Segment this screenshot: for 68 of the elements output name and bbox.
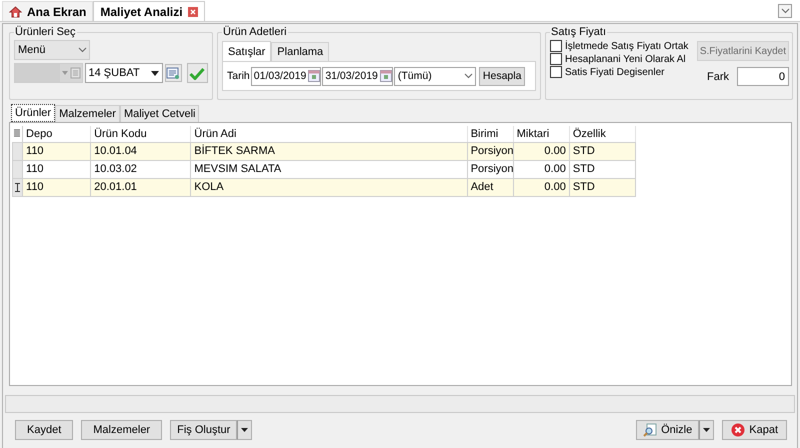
house-icon xyxy=(9,6,22,18)
table-cell: STD xyxy=(569,178,636,196)
menu-select[interactable]: Menü xyxy=(14,40,90,60)
table-cell: MEVSIM SALATA xyxy=(190,160,468,178)
caret-icon xyxy=(241,428,248,432)
tab[interactable]: Ana Ekran xyxy=(2,1,94,21)
list-icon[interactable] xyxy=(164,64,182,82)
tab[interactable]: Ürünler xyxy=(11,104,56,122)
table-cell: 10.03.02 xyxy=(90,160,191,178)
tab[interactable]: Maliyet Cetveli xyxy=(120,105,200,122)
tab[interactable]: Malzemeler xyxy=(55,105,120,122)
chevron-icon xyxy=(780,8,790,14)
date-label: Tarih xyxy=(227,70,250,82)
column-header[interactable]: Birimi xyxy=(467,126,514,142)
column-header[interactable]: Ürün Adi xyxy=(190,126,468,142)
checkbox[interactable] xyxy=(550,66,562,78)
difference-label: Fark xyxy=(707,70,729,82)
column-header[interactable]: Miktari xyxy=(513,126,570,142)
table-cell: 110 xyxy=(22,178,91,196)
column-header[interactable]: Ürün Kodu xyxy=(90,126,191,142)
checkbox-label: Satis Fiyati Degisenler xyxy=(565,66,664,78)
tab[interactable]: Maliyet Analizi xyxy=(93,1,205,21)
footer-button[interactable]: Fiş Oluştur xyxy=(170,420,238,440)
scope-select[interactable]: (Tümü) xyxy=(394,66,476,86)
magnifier-icon xyxy=(643,423,658,437)
checkbox-label: Hesaplanani Yeni Olarak Al xyxy=(565,54,686,64)
close-button[interactable]: Kapat xyxy=(722,420,787,440)
input-field[interactable]: 0 xyxy=(737,67,789,86)
group-title: Ürünleri Seç xyxy=(14,26,77,38)
close-icon xyxy=(731,423,746,437)
close-button[interactable] xyxy=(188,6,198,16)
checkbox[interactable] xyxy=(550,53,562,65)
row-cursor-icon xyxy=(15,182,20,192)
tab[interactable]: Satışlar xyxy=(222,41,272,61)
tab[interactable]: Planlama xyxy=(271,42,330,61)
confirm-button[interactable] xyxy=(186,63,208,83)
column-header[interactable]: Özellik xyxy=(569,126,636,142)
table-cell: 10.01.04 xyxy=(90,142,191,160)
group-title: Satış Fiyatı xyxy=(550,26,608,38)
preview-button[interactable]: Önizle xyxy=(636,420,700,440)
table-cell: STD xyxy=(569,142,636,160)
table-cell: 0.00 xyxy=(513,142,570,160)
table-cell: KOLA xyxy=(190,178,468,196)
chevron-icon xyxy=(78,47,87,53)
group-title: Ürün Adetleri xyxy=(222,26,288,38)
calculate-button[interactable]: Hesapla xyxy=(478,66,526,86)
column-header[interactable]: Depo xyxy=(22,126,91,142)
dropdown-button[interactable] xyxy=(237,420,252,440)
list-icon[interactable] xyxy=(14,129,20,138)
table-cell: 110 xyxy=(22,142,91,160)
date-field[interactable]: 01/03/2019 xyxy=(250,66,322,86)
footer-button[interactable]: Malzemeler xyxy=(81,420,162,440)
table-cell: STD xyxy=(569,160,636,178)
table-cell: 0.00 xyxy=(513,160,570,178)
checkbox[interactable] xyxy=(550,40,562,52)
period-select[interactable]: 14 ŞUBAT xyxy=(84,63,163,83)
dropdown-button[interactable] xyxy=(699,420,714,440)
table-cell: 110 xyxy=(22,160,91,178)
checkbox-label: İşletmede Satış Fiyatı Ortak xyxy=(565,40,688,52)
caret-icon xyxy=(703,428,710,432)
date-field[interactable]: 31/03/2019 xyxy=(322,66,393,86)
table-cell: BİFTEK SARMA xyxy=(190,142,468,160)
table-cell: 20.01.01 xyxy=(90,178,191,196)
chevron-icon xyxy=(464,73,473,79)
table-cell: Adet xyxy=(467,178,514,196)
footer-button[interactable]: Kaydet xyxy=(15,420,74,440)
table-cell: 0.00 xyxy=(513,178,570,196)
calendar-icon[interactable] xyxy=(380,70,392,82)
